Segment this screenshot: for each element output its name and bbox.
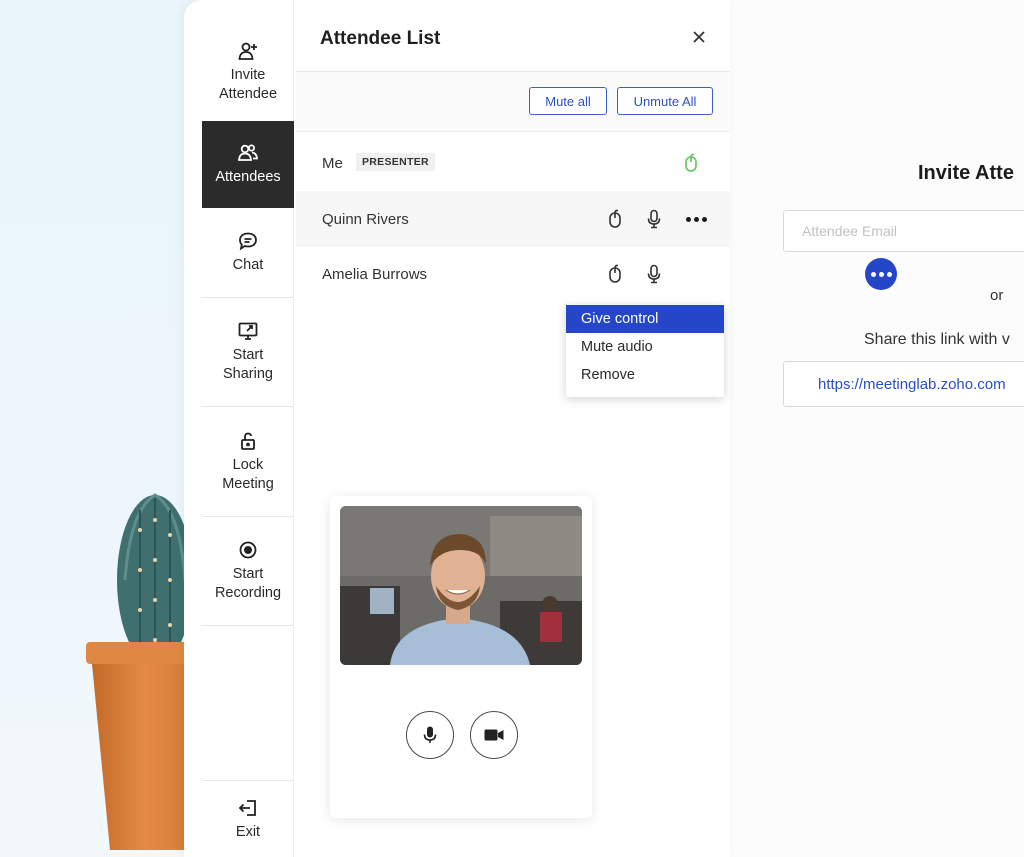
meeting-app: Invite Attendee Attendees Chat Start Sha… bbox=[184, 0, 897, 857]
toggle-camera-button[interactable] bbox=[470, 711, 518, 759]
invite-attendee-label: Invite Attendee bbox=[218, 66, 278, 102]
attendees-icon bbox=[237, 142, 259, 164]
attendee-name: Quinn Rivers bbox=[322, 210, 409, 228]
more-icon bbox=[870, 271, 892, 277]
start-recording-button[interactable]: Start Recording bbox=[202, 517, 294, 626]
microphone-icon[interactable] bbox=[644, 263, 664, 285]
give-control-option[interactable]: Give control bbox=[566, 305, 724, 333]
invite-attendee-title: Invite Atte bbox=[918, 162, 1014, 184]
attendee-context-menu: Give control Mute audio Remove bbox=[566, 305, 724, 397]
share-link-label: Share this link with v bbox=[864, 331, 1010, 348]
mouse-control-icon bbox=[681, 152, 701, 174]
meeting-link-box[interactable]: https://meetinglab.zoho.com bbox=[783, 361, 1024, 407]
invite-background bbox=[730, 0, 1024, 857]
start-recording-label: Start Recording bbox=[214, 566, 282, 601]
start-sharing-label: Start Sharing bbox=[223, 347, 273, 382]
panel-header: Attendee List bbox=[296, 0, 730, 72]
attendees-button[interactable]: Attendees bbox=[202, 121, 294, 208]
exit-label: Exit bbox=[235, 823, 261, 840]
meeting-link[interactable]: https://meetinglab.zoho.com bbox=[818, 376, 1006, 393]
left-toolbar: Invite Attendee Attendees Chat Start Sha… bbox=[184, 0, 294, 857]
chat-icon bbox=[237, 230, 259, 252]
attendee-row-me[interactable]: Me PRESENTER bbox=[296, 135, 730, 191]
attendee-email-input[interactable] bbox=[783, 210, 1024, 252]
exit-button[interactable]: Exit bbox=[202, 780, 294, 857]
more-icon bbox=[685, 216, 707, 222]
attendee-name: Me bbox=[322, 154, 343, 172]
mute-audio-option[interactable]: Mute audio bbox=[566, 333, 724, 361]
remove-option[interactable]: Remove bbox=[566, 361, 724, 389]
more-options-button-active[interactable] bbox=[865, 258, 897, 290]
bulk-actions-bar: Mute all Unmute All bbox=[296, 72, 730, 132]
self-video-card bbox=[330, 496, 592, 818]
start-sharing-button[interactable]: Start Sharing bbox=[202, 298, 294, 407]
mouse-control-icon[interactable] bbox=[605, 263, 625, 285]
more-options-button[interactable] bbox=[680, 203, 712, 235]
close-icon bbox=[693, 31, 705, 43]
add-person-icon bbox=[237, 40, 259, 62]
chat-label: Chat bbox=[232, 257, 264, 273]
lock-meeting-button[interactable]: Lock Meeting bbox=[202, 407, 294, 517]
attendee-row-quinn-rivers[interactable]: Quinn Rivers bbox=[296, 191, 730, 247]
unmute-all-button[interactable]: Unmute All bbox=[617, 87, 713, 115]
invite-attendee-button[interactable]: Invite Attendee bbox=[202, 22, 294, 122]
attendees-label: Attendees bbox=[215, 169, 281, 185]
lock-meeting-label: Lock Meeting bbox=[222, 456, 274, 492]
video-feed bbox=[340, 506, 582, 665]
chat-button[interactable]: Chat bbox=[202, 208, 294, 298]
mute-all-button[interactable]: Mute all bbox=[529, 87, 607, 115]
screen-share-icon bbox=[237, 320, 259, 342]
panel-title: Attendee List bbox=[320, 28, 441, 49]
mouse-control-icon[interactable] bbox=[605, 208, 625, 230]
record-icon bbox=[237, 539, 259, 561]
toggle-microphone-button[interactable] bbox=[406, 711, 454, 759]
attendee-name: Amelia Burrows bbox=[322, 265, 428, 283]
close-panel-button[interactable] bbox=[690, 28, 708, 46]
or-separator: or bbox=[990, 287, 1004, 304]
exit-icon bbox=[237, 797, 259, 819]
cactus-decoration bbox=[86, 493, 200, 850]
lock-icon bbox=[237, 430, 259, 452]
microphone-icon[interactable] bbox=[644, 208, 664, 230]
attendee-row-amelia-burrows[interactable]: Amelia Burrows bbox=[296, 246, 730, 302]
presenter-badge: PRESENTER bbox=[356, 153, 435, 171]
video-image bbox=[340, 506, 582, 665]
attendee-list-panel: Attendee List Mute all Unmute All Me PRE… bbox=[296, 0, 897, 857]
camera-icon bbox=[484, 729, 504, 741]
microphone-icon bbox=[423, 726, 437, 743]
